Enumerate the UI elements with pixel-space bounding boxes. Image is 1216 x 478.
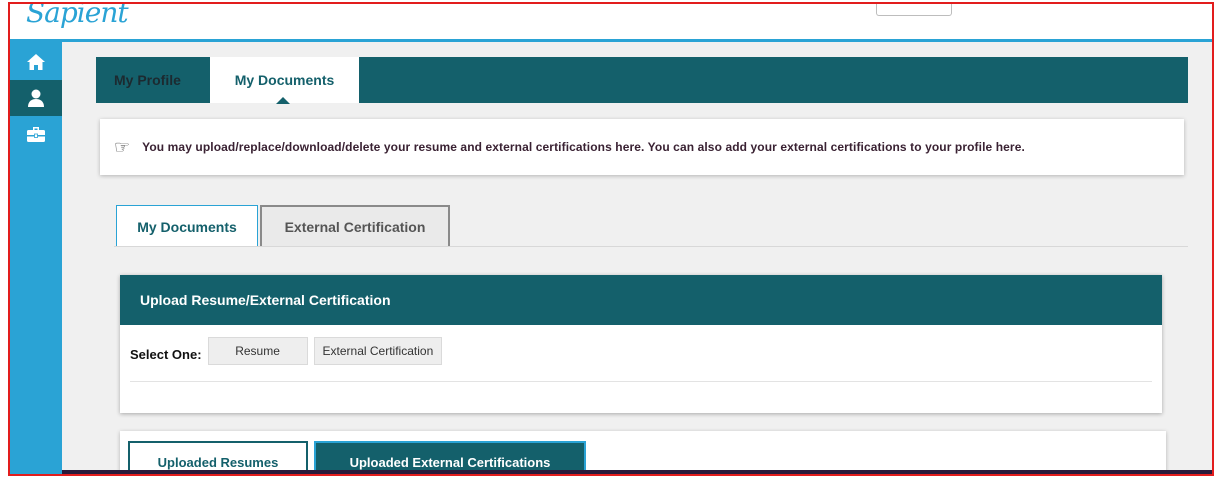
subtab-divider xyxy=(114,246,1188,247)
main-content: My Profile My Documents ☞ You may upload… xyxy=(62,45,1212,474)
notice-text: You may upload/replace/download/delete y… xyxy=(142,140,1025,154)
brand-logo[interactable]: Sapient xyxy=(26,4,129,29)
upload-panel-divider xyxy=(130,381,1152,382)
select-label: Select One: xyxy=(130,346,202,362)
resume-button[interactable]: Resume xyxy=(207,337,308,365)
top-header: Sapient xyxy=(10,4,1212,42)
user-icon xyxy=(28,89,44,107)
profile-tab-bar: My Profile My Documents xyxy=(96,57,1188,104)
sidebar-item-tools[interactable] xyxy=(10,116,62,152)
tab-my-profile[interactable]: My Profile xyxy=(96,57,210,103)
pointing-hand-icon: ☞ xyxy=(114,137,131,157)
upload-panel: Upload Resume/External Certification Sel… xyxy=(120,275,1162,413)
info-notice: ☞ You may upload/replace/download/delete… xyxy=(100,119,1184,175)
sidebar-item-profile[interactable] xyxy=(10,80,62,116)
tab-my-documents[interactable]: My Documents xyxy=(210,57,359,104)
external-certification-button[interactable]: External Certification xyxy=(313,337,443,365)
toolbox-icon xyxy=(27,127,45,142)
select-row: Select One: Resume External Certificatio… xyxy=(130,337,448,365)
home-icon xyxy=(27,54,45,70)
side-nav xyxy=(10,42,62,474)
subtab-my-documents[interactable]: My Documents xyxy=(116,205,258,247)
sidebar-item-home[interactable] xyxy=(10,44,62,80)
upload-panel-title: Upload Resume/External Certification xyxy=(120,275,1162,325)
screenshot-frame: Sapient My Profile My Documents ☞ You ma… xyxy=(8,2,1214,476)
header-button[interactable] xyxy=(876,4,952,16)
subtab-external-certification[interactable]: External Certification xyxy=(260,205,450,247)
footer-bar xyxy=(62,470,1212,474)
